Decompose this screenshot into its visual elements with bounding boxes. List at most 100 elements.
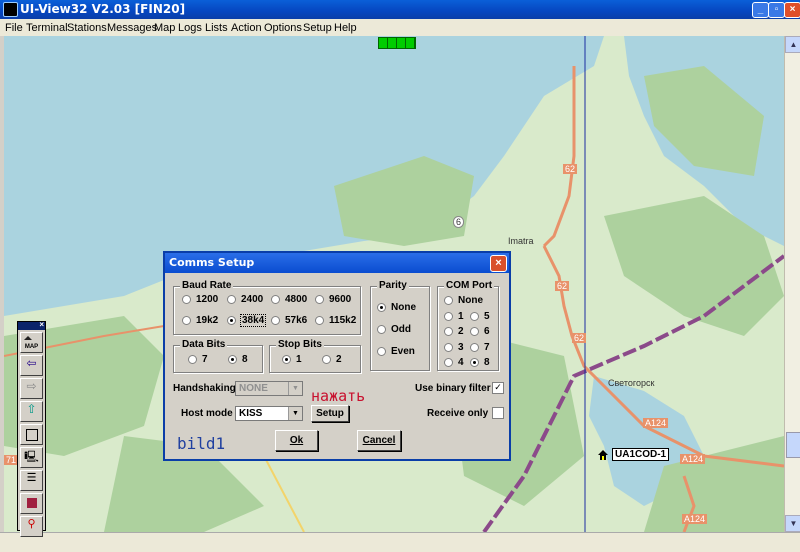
- book-icon: [26, 498, 37, 508]
- scroll-up-icon[interactable]: ▲: [785, 36, 800, 53]
- vertical-scrollbar[interactable]: ▲ ▼: [784, 36, 800, 532]
- map-icon: MAP: [23, 334, 40, 350]
- baud-4800-radio[interactable]: 4800: [271, 294, 307, 305]
- terminal-button[interactable]: 🖳: [20, 447, 43, 468]
- data-bits-group: Data Bits 7 8: [173, 339, 263, 373]
- map-button-label: MAP: [25, 344, 38, 350]
- dialog-close-button[interactable]: ×: [490, 255, 507, 272]
- baud-38k4-radio[interactable]: 38k4: [227, 314, 267, 327]
- up-button[interactable]: ⇧: [20, 401, 43, 422]
- parity-group: Parity None Odd Even: [370, 280, 430, 371]
- toolbar-close-icon[interactable]: ×: [39, 320, 44, 329]
- bild-annotation: bild1: [177, 434, 226, 453]
- back-button[interactable]: ⇦: [20, 355, 43, 376]
- road-62-b: 62: [555, 281, 570, 291]
- list-icon: ☰: [26, 472, 37, 484]
- menu-action[interactable]: Action: [231, 22, 262, 34]
- com-7-radio[interactable]: 7: [470, 342, 490, 353]
- list-button[interactable]: ☰: [20, 470, 43, 491]
- app-icon: [3, 2, 18, 17]
- stopbits-1-radio[interactable]: 1: [282, 354, 302, 365]
- menu-terminal[interactable]: Terminal: [26, 22, 68, 34]
- chevron-down-icon: ▼: [288, 382, 302, 395]
- station-callsign: UA1COD-1: [612, 448, 670, 461]
- com-1-radio[interactable]: 1: [444, 311, 464, 322]
- host-mode-select[interactable]: KISS ▼: [235, 406, 303, 421]
- menu-map[interactable]: Map: [154, 22, 175, 34]
- map-button[interactable]: MAP: [20, 332, 43, 353]
- menu-setup[interactable]: Setup: [303, 22, 332, 34]
- station-marker[interactable]: UA1COD-1: [598, 448, 670, 461]
- databits-7-radio[interactable]: 7: [188, 354, 208, 365]
- book-button[interactable]: [20, 493, 43, 514]
- antenna-icon: ⚲: [27, 518, 36, 530]
- window-title: UI-View32 V2.03 [FIN20]: [20, 2, 186, 16]
- signal-indicator: [378, 37, 416, 49]
- handshaking-select[interactable]: NONE ▼: [235, 381, 303, 396]
- antenna-button[interactable]: ⚲: [20, 516, 43, 537]
- chevron-down-icon: ▼: [288, 407, 302, 420]
- menu-help[interactable]: Help: [334, 22, 357, 34]
- menu-lists[interactable]: Lists: [205, 22, 228, 34]
- minimize-button[interactable]: _: [752, 2, 769, 18]
- com-4-radio[interactable]: 4: [444, 357, 464, 368]
- parity-none-radio[interactable]: None: [377, 302, 416, 313]
- menu-logs[interactable]: Logs: [178, 22, 202, 34]
- map-toolbar: × MAP ⇦ ⇨ ⇧ 🖳 ☰ ⚲: [17, 320, 46, 537]
- menu-bar: File Terminal Stations Messages Map Logs…: [0, 19, 800, 36]
- menu-messages[interactable]: Messages: [107, 22, 157, 34]
- stopbits-2-radio[interactable]: 2: [322, 354, 342, 365]
- maximize-button[interactable]: ▫: [768, 2, 785, 18]
- baud-19k2-radio[interactable]: 19k2: [182, 315, 218, 326]
- com-8-radio[interactable]: 8: [470, 357, 490, 368]
- press-annotation: нажать: [311, 387, 366, 405]
- forward-arrow-icon: ⇨: [26, 379, 37, 393]
- ok-button[interactable]: Ok: [275, 430, 318, 451]
- square-icon: [25, 429, 38, 441]
- scroll-down-icon[interactable]: ▼: [785, 515, 800, 532]
- baud-rate-group: Baud Rate 1200 2400 4800 9600 19k2 38k4 …: [173, 280, 361, 335]
- home-icon: [598, 449, 608, 460]
- com-port-group: COM Port None 1 5 2 6 3 7 4 8: [437, 280, 499, 371]
- map-label-imatra: Imatra: [508, 236, 534, 246]
- com-6-radio[interactable]: 6: [470, 326, 490, 337]
- receive-only-label: Receive only: [427, 408, 489, 419]
- data-bits-label: Data Bits: [180, 339, 228, 350]
- forward-button[interactable]: ⇨: [20, 378, 43, 399]
- menu-file[interactable]: File: [5, 22, 23, 34]
- com-2-radio[interactable]: 2: [444, 326, 464, 337]
- baud-9600-radio[interactable]: 9600: [315, 294, 351, 305]
- square-button[interactable]: [20, 424, 43, 445]
- up-arrow-icon: ⇧: [26, 402, 37, 416]
- menu-options[interactable]: Options: [264, 22, 302, 34]
- databits-8-radio[interactable]: 8: [228, 354, 248, 365]
- cancel-button[interactable]: Cancel: [357, 430, 401, 451]
- title-bar: UI-View32 V2.03 [FIN20] _ ▫ ×: [0, 0, 800, 19]
- com-5-radio[interactable]: 5: [470, 311, 490, 322]
- baud-57k6-radio[interactable]: 57k6: [271, 315, 307, 326]
- baud-1200-radio[interactable]: 1200: [182, 294, 218, 305]
- close-button[interactable]: ×: [784, 2, 800, 18]
- map-label-svetogorsk: Светогорск: [608, 378, 655, 388]
- com-3-radio[interactable]: 3: [444, 342, 464, 353]
- receive-only-checkbox[interactable]: [492, 407, 504, 419]
- scroll-thumb[interactable]: [786, 432, 800, 458]
- road-62-c: 62: [572, 333, 587, 343]
- parity-odd-radio[interactable]: Odd: [377, 324, 411, 335]
- horizontal-scrollbar[interactable]: [0, 532, 800, 552]
- toolbar-titlebar: ×: [18, 320, 45, 330]
- terminal-icon: 🖳: [24, 451, 39, 463]
- handshaking-label: Handshaking: [173, 383, 236, 394]
- baud-2400-radio[interactable]: 2400: [227, 294, 263, 305]
- baud-rate-label: Baud Rate: [180, 280, 234, 291]
- parity-even-radio[interactable]: Even: [377, 346, 415, 357]
- use-binary-filter-checkbox[interactable]: ✓: [492, 382, 504, 394]
- stop-bits-label: Stop Bits: [276, 339, 324, 350]
- use-binary-filter-label: Use binary filter: [415, 383, 491, 394]
- baud-115k2-radio[interactable]: 115k2: [315, 315, 356, 326]
- setup-button[interactable]: Setup: [311, 405, 349, 422]
- com-port-label: COM Port: [444, 280, 495, 291]
- menu-stations[interactable]: Stations: [67, 22, 107, 34]
- com-none-radio[interactable]: None: [444, 295, 483, 306]
- road-62-a: 62: [563, 164, 578, 174]
